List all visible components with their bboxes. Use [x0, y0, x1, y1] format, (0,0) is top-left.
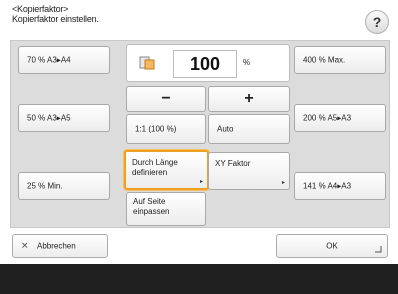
preset-141-button[interactable]: 141 % A4▸A3 — [294, 172, 386, 200]
one-to-one-label: 1:1 (100 %) — [135, 124, 177, 134]
fit-to-page-button[interactable]: Auf Seite einpassen — [126, 192, 206, 226]
ok-label: OK — [326, 241, 338, 251]
preset-25-label: 25 % Min. — [27, 181, 63, 191]
preset-50-button[interactable]: 50 % A3▸A5 — [18, 104, 110, 132]
header: <Kopierfaktor> Kopierfaktor einstellen. … — [0, 0, 398, 40]
status-bar — [0, 264, 398, 294]
screen-subtitle: Kopierfaktor einstellen. — [12, 14, 99, 24]
define-by-length-label-2: definieren — [132, 168, 168, 177]
ok-button[interactable]: OK — [276, 234, 388, 258]
preset-25-button[interactable]: 25 % Min. — [18, 172, 110, 200]
preset-200-button[interactable]: 200 % A5▸A3 — [294, 104, 386, 132]
define-by-length-label-1: Durch Länge — [132, 158, 178, 167]
minus-icon: − — [161, 90, 171, 107]
zoom-value[interactable]: 100 — [173, 50, 237, 78]
auto-button[interactable]: Auto — [208, 114, 290, 144]
preset-400-button[interactable]: 400 % Max. — [294, 46, 386, 74]
plus-icon: + — [244, 90, 254, 107]
preset-141-label: 141 % A4▸A3 — [303, 181, 352, 191]
submenu-arrow-icon: ▸ — [281, 180, 285, 186]
cancel-button[interactable]: ✕ Abbrechen — [12, 234, 108, 258]
increase-button[interactable]: + — [208, 86, 290, 112]
one-to-one-button[interactable]: 1:1 (100 %) — [126, 114, 206, 144]
zoom-ratio-icon — [139, 56, 155, 70]
decrease-button[interactable]: − — [126, 86, 206, 112]
define-by-length-button[interactable]: Durch Länge definieren ▸ — [124, 150, 209, 190]
zoom-unit: % — [243, 58, 251, 67]
preset-50-label: 50 % A3▸A5 — [27, 113, 71, 123]
preset-70-label: 70 % A3▸A4 — [27, 55, 71, 65]
xy-factor-label: XY Faktor — [215, 159, 251, 168]
xy-factor-button[interactable]: XY Faktor ▸ — [208, 152, 290, 190]
corner-arrow-icon — [375, 246, 382, 253]
screen-title: <Kopierfaktor> — [12, 4, 69, 14]
preset-200-label: 200 % A5▸A3 — [303, 113, 352, 123]
help-button[interactable]: ? — [365, 10, 389, 34]
fit-to-page-label-1: Auf Seite — [133, 197, 166, 206]
close-icon: ✕ — [21, 240, 29, 251]
fit-to-page-label-2: einpassen — [133, 207, 170, 216]
auto-label: Auto — [217, 124, 234, 134]
cancel-label: Abbrechen — [37, 241, 76, 251]
submenu-arrow-icon: ▸ — [199, 179, 203, 185]
preset-400-label: 400 % Max. — [303, 55, 346, 65]
zoom-display: 100 % — [126, 44, 290, 82]
preset-70-button[interactable]: 70 % A3▸A4 — [18, 46, 110, 74]
